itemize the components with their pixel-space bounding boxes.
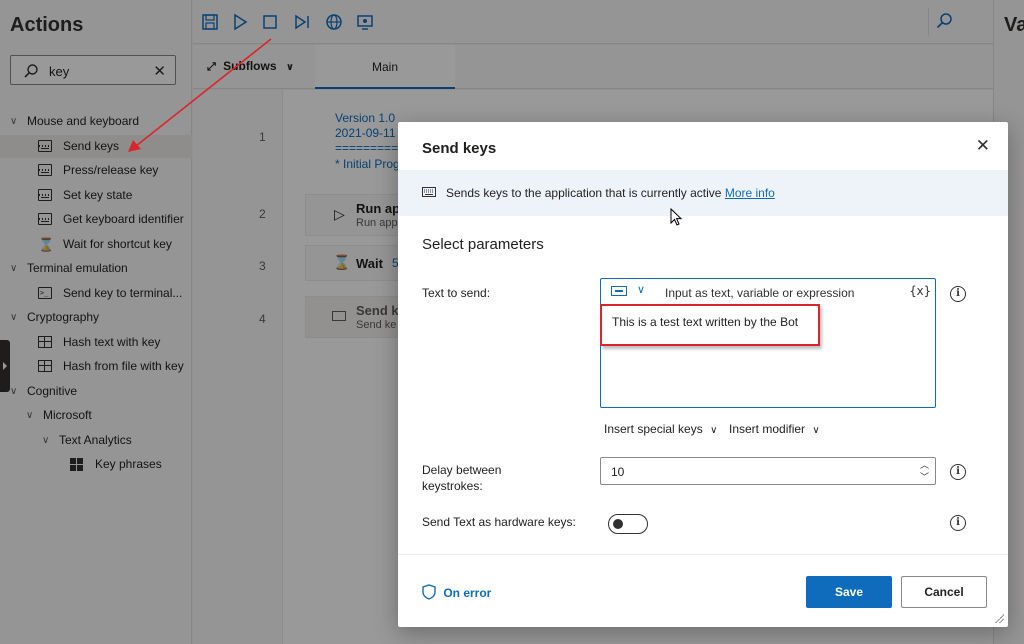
more-info-link[interactable]: More info (725, 186, 775, 200)
text-to-send-label: Text to send: (422, 286, 491, 300)
insert-special-keys-label: Insert special keys (604, 422, 703, 436)
chevron-down-icon[interactable]: ∨ (637, 283, 645, 296)
insert-modifier-dropdown[interactable]: Insert modifier ∨ (729, 422, 820, 436)
close-icon[interactable]: ✕ (976, 136, 990, 156)
info-description: Sends keys to the application that is cu… (446, 186, 722, 200)
insert-modifier-label: Insert modifier (729, 422, 806, 436)
insert-special-keys-dropdown[interactable]: Insert special keys ∨ (604, 422, 717, 436)
hardware-keys-toggle[interactable] (608, 514, 648, 534)
chevron-down-icon: ∨ (710, 425, 718, 436)
input-mode-icon[interactable] (611, 286, 627, 296)
section-title: Select parameters (422, 236, 544, 253)
shield-icon (422, 584, 436, 600)
cancel-button[interactable]: Cancel (901, 576, 987, 608)
delay-label-line2: keystrokes: (422, 479, 483, 493)
delay-value: 10 (611, 465, 625, 479)
chevron-down-icon: ∨ (812, 425, 820, 436)
mouse-cursor-icon (670, 208, 683, 226)
info-icon[interactable]: i (950, 464, 966, 480)
delay-input[interactable]: 10 ︿ ﹀ (600, 457, 936, 485)
chevron-up-icon[interactable]: ︿ (920, 459, 929, 471)
highlight-annotation (600, 304, 820, 346)
send-keys-dialog: Send keys ✕ Sends keys to the applicatio… (398, 122, 1008, 627)
info-icon[interactable]: i (950, 286, 966, 302)
delay-label-line1: Delay between (422, 463, 502, 477)
hardware-keys-label: Send Text as hardware keys: (422, 515, 576, 529)
text-to-send-placeholder: Input as text, variable or expression (665, 286, 855, 300)
info-bar: Sends keys to the application that is cu… (398, 170, 1008, 216)
variable-picker-icon[interactable]: {x} (909, 284, 931, 298)
info-icon[interactable]: i (950, 515, 966, 531)
resize-grip[interactable] (994, 613, 1004, 623)
info-text: Sends keys to the application that is cu… (446, 186, 775, 200)
dialog-title: Send keys (422, 140, 497, 157)
keyboard-icon (422, 187, 436, 197)
footer-divider (398, 554, 1008, 555)
delay-stepper[interactable]: ︿ ﹀ (920, 459, 929, 483)
on-error-button[interactable]: On error (422, 584, 491, 600)
on-error-label: On error (443, 586, 492, 600)
chevron-down-icon[interactable]: ﹀ (920, 471, 929, 483)
save-button[interactable]: Save (806, 576, 892, 608)
delay-label: Delay between keystrokes: (422, 462, 501, 494)
